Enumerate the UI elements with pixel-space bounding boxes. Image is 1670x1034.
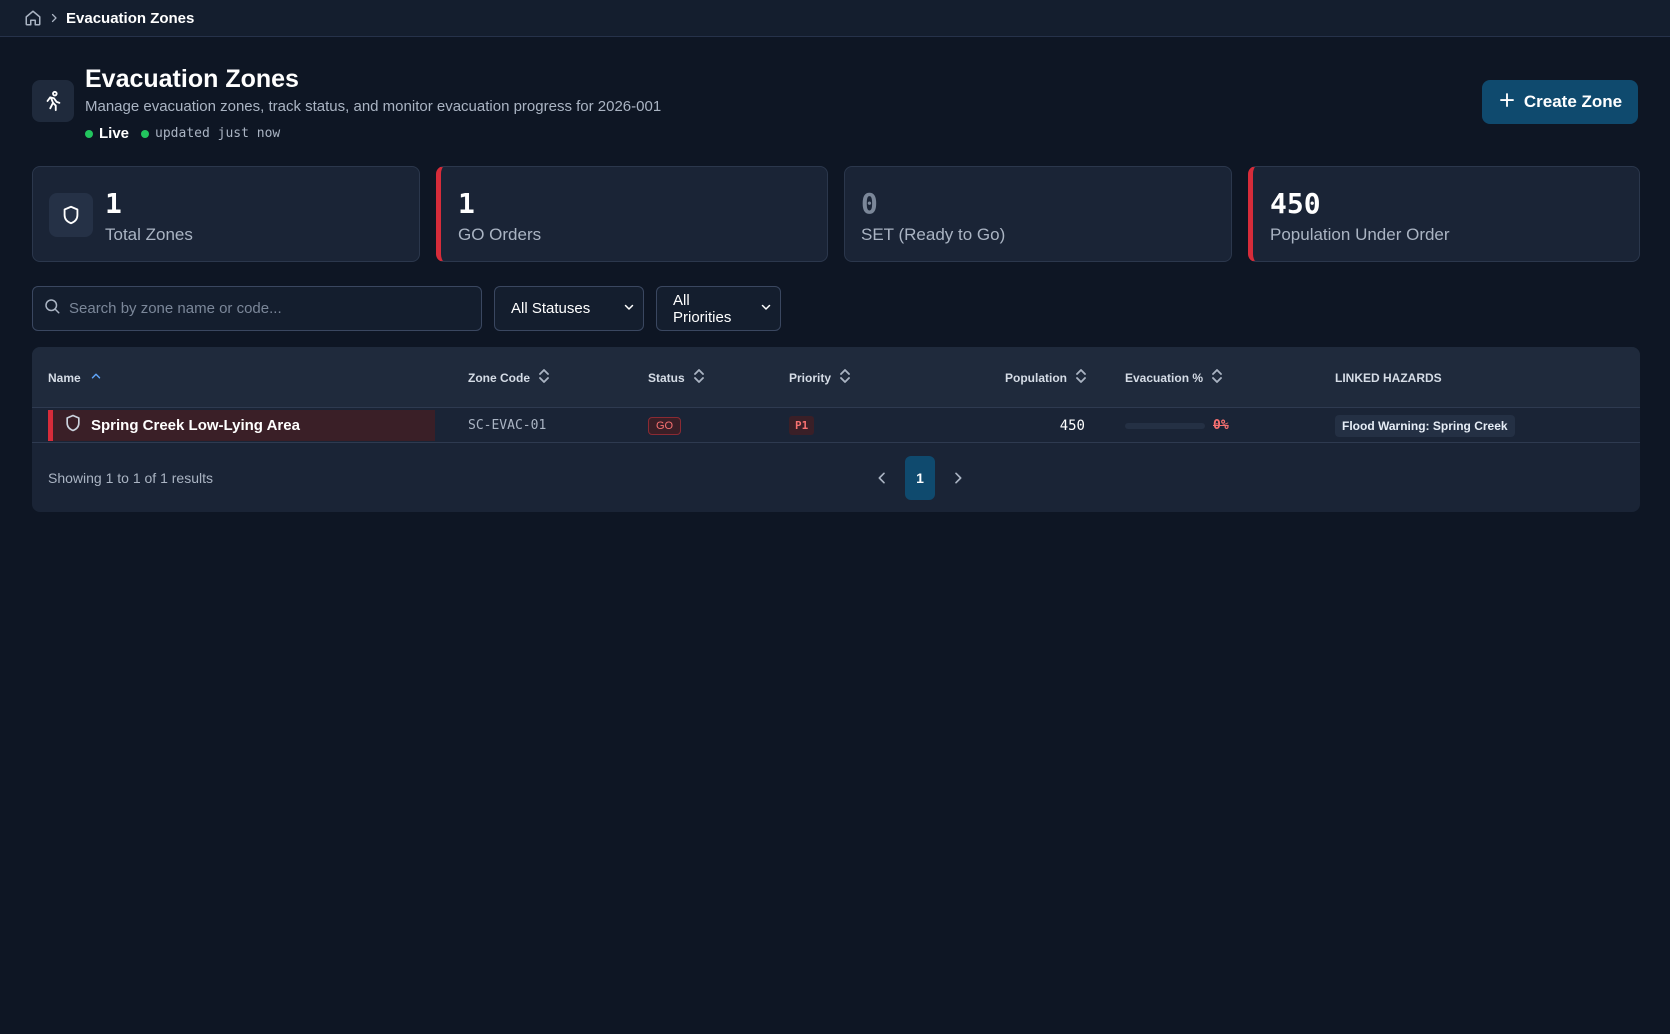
column-header-priority[interactable]: Priority [789, 347, 851, 408]
live-status: Live updated just now [85, 125, 661, 142]
stat-card-go-orders: 1 GO Orders [436, 166, 828, 262]
sort-icon [538, 368, 550, 387]
search-input[interactable] [69, 300, 469, 317]
live-dot-icon [85, 129, 93, 138]
stat-value: 450 [1270, 187, 1321, 220]
column-header-status[interactable]: Status [648, 347, 705, 408]
previous-page-button[interactable] [867, 456, 897, 500]
chevron-right-icon [48, 12, 60, 24]
table-header: Name Zone Code Status Priority Populatio… [32, 347, 1640, 408]
shield-icon [49, 193, 93, 237]
updated-label: updated just now [155, 126, 281, 141]
priority-filter-value: All Priorities [673, 291, 732, 326]
plus-icon [1498, 91, 1516, 114]
stat-label: GO Orders [458, 225, 542, 244]
live-label: Live [99, 125, 130, 142]
stat-value: 0 [861, 187, 878, 220]
priority-badge: P1 [789, 416, 815, 435]
updated-dot-icon [141, 129, 150, 138]
stat-value: 1 [105, 187, 122, 220]
page-button-current[interactable]: 1 [905, 456, 935, 500]
create-zone-label: Create Zone [1523, 92, 1623, 111]
table-footer: Showing 1 to 1 of 1 results 1 [32, 444, 1640, 512]
breadcrumb: Evacuation Zones [0, 0, 1670, 37]
search-field[interactable] [32, 286, 482, 331]
sort-icon [839, 368, 851, 387]
column-header-evacuation[interactable]: Evacuation % [1125, 347, 1223, 408]
column-header-linked-hazards: LINKED HAZARDS [1335, 370, 1442, 385]
home-icon[interactable] [24, 9, 42, 27]
column-header-population[interactable]: Population [1005, 347, 1087, 408]
population-value: 450 [1059, 417, 1085, 434]
priority-filter-select[interactable]: All Priorities [656, 286, 781, 331]
next-page-button[interactable] [943, 456, 973, 500]
chevron-right-icon [955, 472, 962, 484]
chevron-down-icon [623, 300, 635, 317]
chevron-down-icon [760, 300, 772, 317]
pagination: 1 [867, 456, 973, 500]
results-summary: Showing 1 to 1 of 1 results [48, 470, 213, 486]
create-zone-button[interactable]: Create Zone [1482, 80, 1638, 124]
sort-icon [693, 368, 705, 387]
page-title: Evacuation Zones [85, 65, 299, 93]
column-header-zone-code[interactable]: Zone Code [468, 347, 550, 408]
zone-name-cell[interactable]: Spring Creek Low-Lying Area [48, 410, 435, 441]
stat-label: SET (Ready to Go) [861, 225, 1006, 244]
running-person-icon [32, 80, 74, 122]
table-row[interactable]: Spring Creek Low-Lying Area SC-EVAC-01 G… [32, 408, 1640, 443]
status-badge: GO [648, 416, 682, 435]
zone-name: Spring Creek Low-Lying Area [91, 417, 300, 434]
breadcrumb-current: Evacuation Zones [66, 9, 195, 27]
column-header-name[interactable]: Name [48, 347, 103, 408]
page-header: Evacuation Zones Manage evacuation zones… [32, 64, 1638, 144]
sort-icon [1075, 368, 1087, 387]
zone-code: SC-EVAC-01 [468, 418, 547, 433]
filter-bar: All Statuses All Priorities [32, 286, 781, 331]
sort-ascending-icon [89, 369, 103, 386]
stat-card-population: 450 Population Under Order [1248, 166, 1640, 262]
evacuation-progress-bar [1125, 422, 1205, 429]
linked-hazard-chip[interactable]: Flood Warning: Spring Creek [1335, 414, 1515, 437]
page-subtitle: Manage evacuation zones, track status, a… [85, 98, 662, 115]
stat-card-set-ready: 0 SET (Ready to Go) [844, 166, 1232, 262]
status-filter-value: All Statuses [511, 300, 591, 317]
chevron-left-icon [878, 472, 885, 484]
stats-row: 1 Total Zones 1 GO Orders 0 SET (Ready t… [32, 166, 1640, 262]
stat-label: Total Zones [105, 225, 193, 244]
stat-label: Population Under Order [1270, 225, 1450, 244]
sort-icon [1211, 368, 1223, 387]
zones-table: Name Zone Code Status Priority Populatio… [32, 347, 1640, 512]
stat-value: 1 [458, 187, 475, 220]
evacuation-percent: 0% [1213, 418, 1229, 433]
shield-icon [63, 413, 83, 438]
search-icon [43, 297, 61, 320]
stat-card-total-zones: 1 Total Zones [32, 166, 420, 262]
status-filter-select[interactable]: All Statuses [494, 286, 644, 331]
